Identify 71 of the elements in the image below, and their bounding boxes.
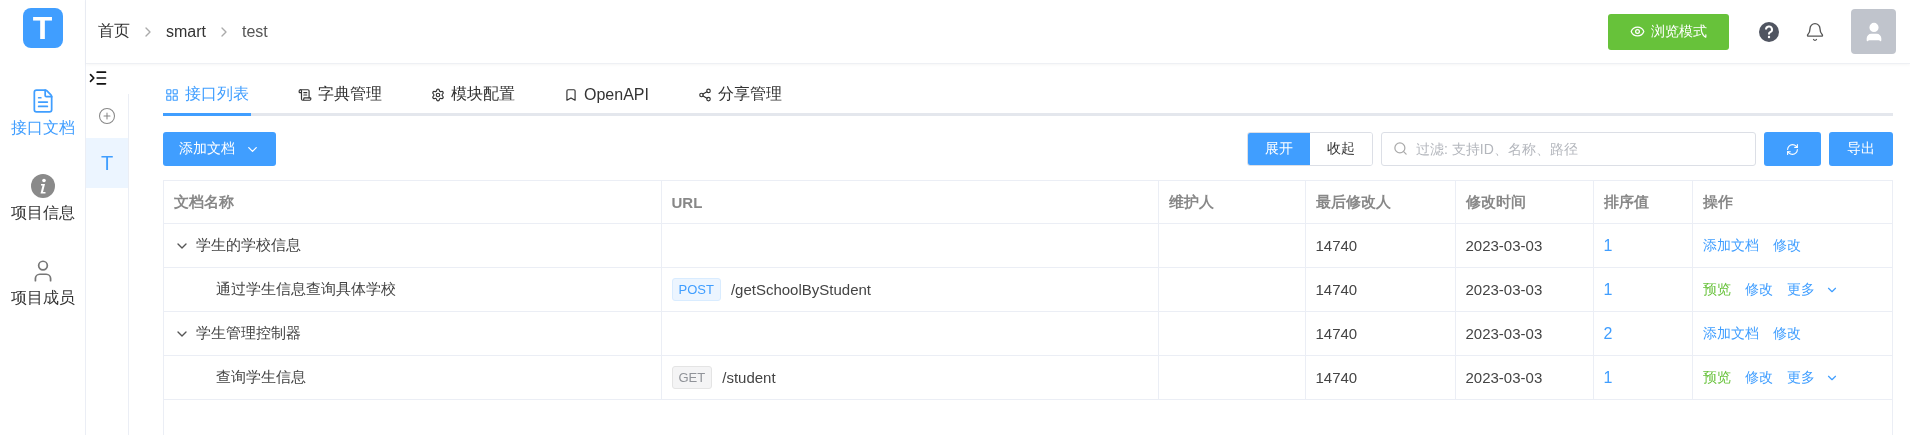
column-header: 修改时间: [1455, 181, 1593, 224]
tab[interactable]: 字典管理: [296, 76, 384, 116]
order-value[interactable]: 1: [1603, 280, 1613, 298]
method-tag: POST: [671, 278, 721, 301]
tab[interactable]: 分享管理: [695, 76, 784, 116]
url-text: /student: [722, 369, 776, 386]
column-header: URL: [661, 181, 1158, 224]
nav-item[interactable]: 项目成员: [10, 258, 75, 309]
method-tag: GET: [671, 366, 713, 389]
more-dropdown[interactable]: 更多: [1786, 280, 1839, 299]
breadcrumb-link[interactable]: test: [242, 22, 268, 41]
order-value[interactable]: 1: [1603, 368, 1613, 386]
bell-icon[interactable]: [1805, 21, 1825, 42]
table-cell: 14740: [1315, 325, 1358, 342]
document-name: 查询学生信息: [216, 368, 306, 387]
add-document-button[interactable]: 添加文档: [163, 132, 276, 166]
more-dropdown[interactable]: 更多: [1786, 368, 1839, 387]
order-value[interactable]: 2: [1603, 324, 1613, 342]
table-cell: 2023-03-03: [1465, 237, 1543, 254]
refresh-icon: [1786, 142, 1799, 156]
bookmark-icon: [564, 87, 578, 102]
table-cell: 2023-03-03: [1465, 325, 1543, 342]
breadcrumb-link[interactable]: smart: [166, 22, 206, 41]
column-header: 排序值: [1593, 181, 1692, 224]
grid-icon: [165, 87, 179, 102]
url-text: /getSchoolByStudent: [730, 281, 871, 298]
folder-name: 学生管理控制器: [196, 324, 301, 343]
nav-label: 接口文档: [10, 118, 75, 138]
column-header: 维护人: [1158, 181, 1305, 224]
tab[interactable]: 接口列表: [163, 76, 251, 116]
table-cell: 2023-03-03: [1465, 369, 1543, 386]
action-link[interactable]: 修改: [1744, 280, 1773, 299]
document-name: 通过学生信息查询具体学校: [216, 280, 396, 299]
nav-label: 项目成员: [10, 288, 75, 308]
nav-item[interactable]: 项目信息: [10, 173, 75, 224]
nav-item[interactable]: 接口文档: [10, 88, 75, 139]
action-link[interactable]: 添加文档: [1702, 324, 1759, 343]
column-header: 操作: [1692, 181, 1892, 224]
toggle-button[interactable]: 展开: [1248, 133, 1310, 165]
folder-name: 学生的学校信息: [196, 236, 301, 255]
add-icon: [98, 107, 116, 125]
search-icon: [1393, 141, 1408, 156]
table-cell: 2023-03-03: [1465, 281, 1543, 298]
tab[interactable]: 模块配置: [429, 76, 517, 116]
action-link[interactable]: 添加文档: [1702, 236, 1759, 255]
action-link[interactable]: 修改: [1772, 236, 1801, 255]
table-cell: 14740: [1315, 281, 1358, 298]
project-item[interactable]: T: [86, 138, 128, 188]
table-cell: 14740: [1315, 369, 1358, 386]
order-value[interactable]: 1: [1603, 236, 1613, 254]
column-header: 文档名称: [164, 181, 661, 224]
action-link[interactable]: 预览: [1702, 280, 1731, 299]
action-link[interactable]: 修改: [1772, 324, 1801, 343]
app-logo[interactable]: T: [22, 8, 63, 48]
share-icon: [697, 87, 712, 102]
settings-icon: [431, 87, 445, 102]
help-icon[interactable]: [1759, 21, 1779, 42]
export-button[interactable]: 导出: [1829, 132, 1893, 166]
eye-icon: [1630, 24, 1645, 39]
preview-mode-button[interactable]: 浏览模式: [1608, 13, 1729, 50]
tab[interactable]: OpenAPI: [562, 76, 651, 116]
column-header: 最后修改人: [1305, 181, 1455, 224]
search-field[interactable]: 过滤: 支持ID、名称、路径: [1381, 132, 1756, 166]
list-icon: [298, 87, 312, 102]
nav-label: 项目信息: [10, 203, 75, 223]
table-cell: 14740: [1315, 237, 1358, 254]
action-link[interactable]: 修改: [1744, 368, 1773, 387]
breadcrumb-link[interactable]: 首页: [98, 21, 130, 42]
action-link[interactable]: 预览: [1702, 368, 1731, 387]
menu-toggle-icon[interactable]: [88, 68, 108, 88]
info-icon: [29, 173, 56, 199]
